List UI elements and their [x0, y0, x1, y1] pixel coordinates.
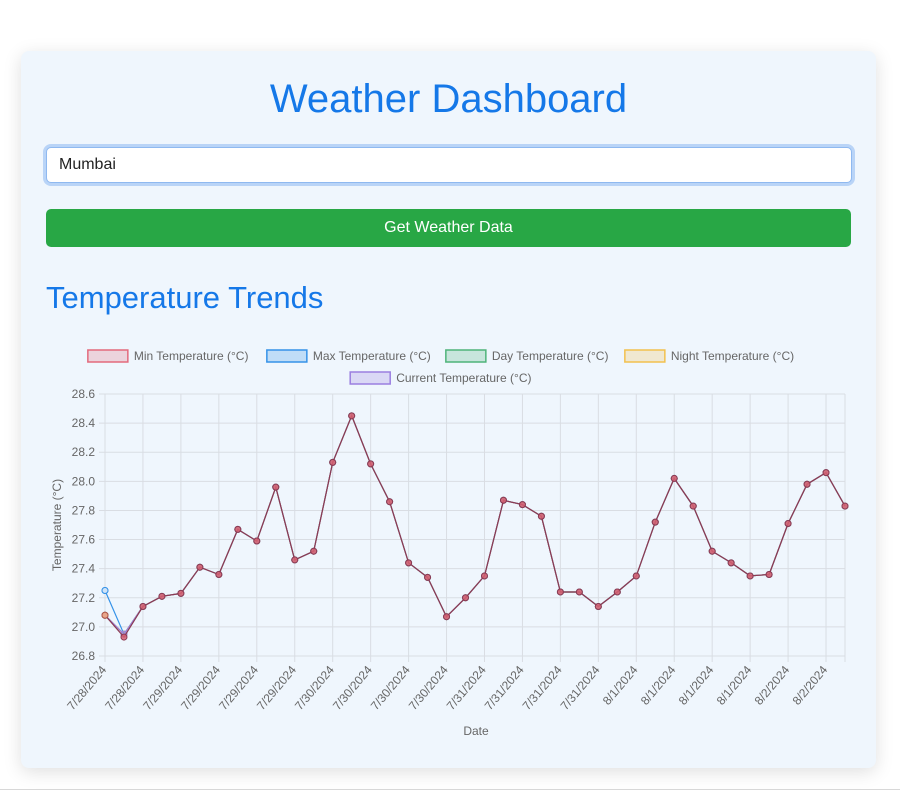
data-point: [689, 502, 697, 510]
x-tick-label: 8/2/2024: [752, 663, 793, 708]
legend-label: Night Temperature (°C): [671, 349, 794, 363]
data-point: [196, 563, 204, 571]
temperature-chart: 26.8 27.0 27.2 27.4 27.6 27.8 28.0 28.2 28.4 28.6…: [50, 349, 849, 738]
data-point: [784, 520, 792, 528]
data-point: [234, 525, 242, 533]
legend-label: Max Temperature (°C): [313, 349, 431, 363]
data-point: [101, 587, 109, 594]
legend-swatch: [624, 349, 666, 363]
data-point: [158, 592, 166, 600]
legend-swatch: [445, 349, 487, 363]
x-tick-label: 8/1/2024: [600, 663, 641, 708]
y-tick-label: 28.6: [72, 387, 96, 401]
data-point: [480, 572, 488, 580]
y-tick-label: 27.2: [72, 591, 96, 605]
y-tick-label: 27.6: [72, 533, 96, 547]
data-point: [120, 633, 128, 641]
data-point: [803, 480, 811, 488]
data-point: [462, 594, 470, 602]
data-point: [822, 469, 830, 477]
data-point: [215, 570, 223, 578]
legend-swatch: [349, 371, 391, 385]
data-point: [424, 573, 432, 581]
data-point: [348, 412, 356, 420]
data-point: [405, 559, 413, 567]
x-tick-label: 8/1/2024: [676, 663, 717, 708]
series-line: [104, 414, 846, 639]
series-line: [104, 414, 846, 636]
data-point: [594, 603, 602, 611]
data-point: [651, 518, 659, 526]
data-point: [177, 589, 185, 597]
x-tick-label: 8/1/2024: [714, 663, 755, 708]
data-point: [272, 483, 280, 491]
y-tick-label: 27.4: [72, 562, 96, 576]
data-point: [443, 613, 451, 621]
data-point: [291, 556, 299, 564]
legend-label: Day Temperature (°C): [492, 349, 609, 363]
data-point: [499, 496, 507, 504]
data-point: [556, 588, 564, 596]
y-tick-label: 28.4: [72, 416, 96, 430]
legend-label: Current Temperature (°C): [396, 371, 531, 385]
data-point: [386, 498, 394, 506]
data-point: [613, 588, 621, 596]
legend-swatch: [87, 349, 129, 363]
data-point: [253, 537, 261, 545]
data-point: [746, 572, 754, 580]
data-point: [841, 502, 849, 510]
data-point: [139, 603, 147, 611]
legend-label: Min Temperature (°C): [134, 349, 249, 363]
series-line: [104, 414, 846, 636]
page-divider: [0, 789, 900, 790]
legend-swatch: [266, 349, 308, 363]
data-point: [537, 512, 545, 520]
y-tick-label: 27.8: [72, 503, 96, 517]
series-line: [104, 414, 846, 636]
data-point: [708, 547, 716, 555]
data-point: [727, 559, 735, 567]
data-point: [575, 588, 583, 596]
data-point: [101, 611, 109, 619]
x-tick-label: 8/1/2024: [638, 663, 679, 708]
data-point: [632, 572, 640, 580]
data-point: [670, 474, 678, 482]
data-point: [310, 547, 318, 555]
x-axis-title: Date: [463, 724, 489, 738]
y-tick-label: 28.2: [72, 445, 96, 459]
data-point: [765, 570, 773, 578]
x-tick-label: 8/2/2024: [790, 663, 831, 708]
y-tick-label: 26.8: [72, 649, 96, 663]
data-point: [329, 458, 337, 466]
series-line: [104, 414, 846, 636]
y-axis-title: Temperature (°C): [50, 479, 64, 571]
data-point: [367, 460, 375, 468]
y-tick-label: 27.0: [72, 620, 96, 634]
x-tick-label: 7/31/2024: [558, 663, 603, 713]
y-tick-label: 28.0: [72, 474, 96, 488]
data-point: [518, 501, 526, 509]
